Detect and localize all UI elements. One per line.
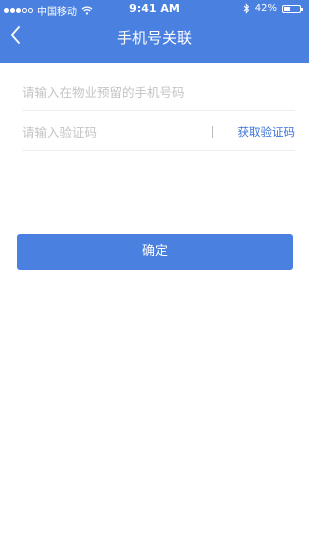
- code-row: 获取验证码: [22, 114, 295, 151]
- battery-percent: 42%: [254, 3, 277, 14]
- phone-link-screen: 中国移动 9:41 AM 42% 手机号关联 请输入在物业预留的手机号码 请输入…: [0, 0, 309, 550]
- bluetooth-icon: [243, 3, 249, 14]
- header: 中国移动 9:41 AM 42% 手机号关联: [0, 0, 309, 63]
- nav-bar: 手机号关联: [0, 18, 309, 63]
- page-title: 手机号关联: [116, 29, 192, 47]
- status-bar: 中国移动 9:41 AM 42%: [0, 0, 309, 18]
- field-divider: [212, 126, 213, 138]
- battery-fill: [284, 6, 290, 11]
- battery-icon: [282, 4, 303, 13]
- phone-row: [22, 74, 295, 111]
- status-right: 42%: [243, 3, 303, 14]
- get-code-button[interactable]: 获取验证码: [238, 124, 296, 140]
- verification-code-input[interactable]: [22, 118, 207, 146]
- confirm-button[interactable]: 确定: [17, 234, 293, 270]
- phone-input[interactable]: [22, 78, 295, 106]
- link-form: 获取验证码: [22, 74, 295, 154]
